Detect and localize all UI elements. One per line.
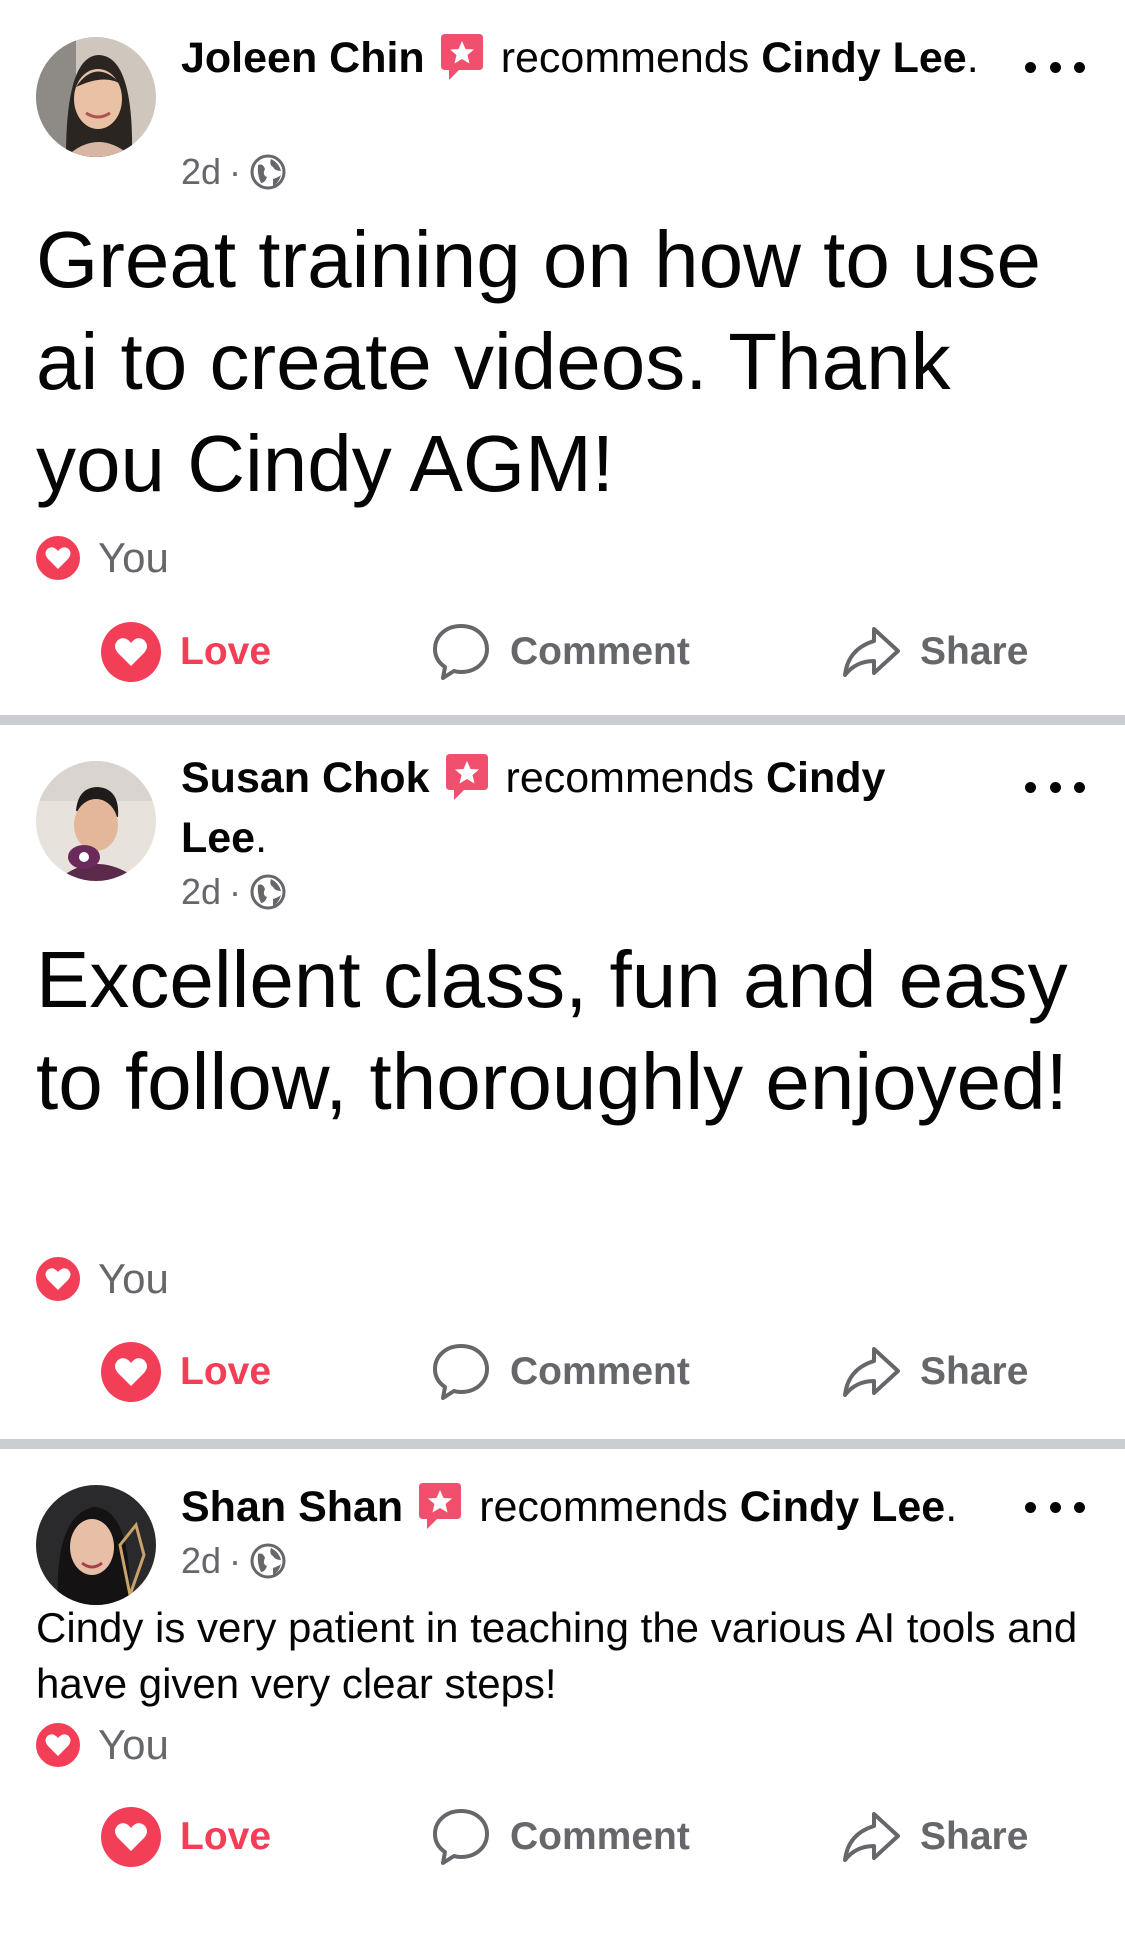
love-button[interactable]: Love [100,1797,271,1877]
meta-separator: · [229,151,242,192]
heart-reaction-icon [34,1721,82,1769]
period: . [255,814,268,862]
love-button[interactable]: Love [100,612,271,692]
more-options-button[interactable] [1025,47,1085,87]
share-arrow-icon [843,627,900,677]
reaction-by: You [98,1255,169,1302]
share-label: Share [920,630,1029,673]
reactions-summary[interactable]: You [34,534,169,582]
post-time[interactable]: 2d [181,871,221,913]
recommend-star-badge-icon [445,754,488,800]
post-text: Great training on how to use ai to creat… [36,215,1042,508]
post-actions: Love Comment Share [0,1797,1125,1877]
more-dot [1074,1501,1085,1513]
recommend-star-badge-icon [419,1483,462,1529]
comment-label: Comment [510,1815,690,1858]
globe-icon [250,874,286,910]
meta-separator: · [229,871,242,912]
author-name[interactable]: Joleen Chin [181,34,425,82]
more-dot [1049,1501,1061,1513]
love-button[interactable]: Love [100,1332,271,1412]
share-button[interactable]: Share [840,1797,1028,1877]
post: Joleen Chin recommends Cindy Lee. 2d · Gr… [0,0,1125,715]
page-name[interactable]: Cindy Lee [761,34,967,82]
post: Shan Shan recommends Cindy Lee. 2d · Cind… [0,1449,1125,1946]
comment-bubble-icon [433,1809,489,1865]
comment-bubble-icon [433,1344,489,1400]
period: . [966,34,979,82]
recommends-text: recommends [500,34,750,82]
heart-icon [101,1807,161,1867]
post-divider [0,715,1125,725]
post-actions: Love Comment Share [0,612,1125,692]
page-name[interactable]: Cindy Lee [740,1483,946,1531]
reactions-summary[interactable]: You [34,1255,169,1303]
meta-separator: · [229,1540,242,1581]
comment-label: Comment [510,630,690,673]
more-dot [1074,781,1085,793]
share-label: Share [920,1815,1029,1858]
avatar[interactable] [36,761,156,881]
post-meta: 2d · [181,1539,287,1583]
more-options-button[interactable] [1025,767,1085,807]
recommends-text: recommends [479,1483,728,1531]
globe-icon [250,154,286,190]
post-header: Shan Shan recommends Cindy Lee. [181,1477,981,1537]
author-name[interactable]: Shan Shan [181,1483,403,1531]
post-time[interactable]: 2d [181,151,221,193]
post-text: Excellent class, fun and easy to follow,… [36,935,1068,1126]
post-time[interactable]: 2d [181,1540,221,1582]
heart-icon [101,1342,161,1402]
post-text: Cindy is very patient in teaching the va… [36,1604,1078,1707]
post-meta: 2d · [181,870,287,914]
love-label: Love [180,630,272,673]
avatar[interactable] [36,37,156,157]
more-dot [1074,61,1085,73]
period: . [945,1483,958,1531]
heart-reaction-icon [34,534,82,582]
heart-reaction-icon [34,1255,82,1303]
reaction-by: You [98,1721,169,1768]
share-arrow-icon [843,1812,900,1862]
share-button[interactable]: Share [840,612,1028,692]
globe-icon [250,1543,286,1579]
post-header: Susan Chok recommends Cindy Lee. [181,748,981,868]
post: Susan Chok recommends Cindy Lee. 2d · Exc… [0,725,1125,1439]
more-dot [1049,61,1061,73]
post-meta: 2d · [181,150,287,194]
post-header: Joleen Chin recommends Cindy Lee. [181,28,981,88]
more-dot [1049,781,1061,793]
avatar[interactable] [36,1485,156,1605]
heart-icon [101,622,161,682]
love-label: Love [180,1350,272,1393]
post-divider [0,1439,1125,1449]
more-options-button[interactable] [1025,1487,1085,1527]
post-actions: Love Comment Share [0,1332,1125,1412]
comment-label: Comment [510,1350,690,1393]
more-dot [1025,781,1036,793]
share-arrow-icon [843,1347,900,1397]
author-name[interactable]: Susan Chok [181,754,430,802]
recommends-text: recommends [505,754,755,802]
reaction-by: You [98,534,169,581]
recommend-star-badge-icon [440,34,483,80]
share-button[interactable]: Share [840,1332,1028,1412]
comment-button[interactable]: Comment [430,1797,690,1877]
comment-bubble-icon [433,624,489,680]
more-dot [1025,1501,1036,1513]
comment-button[interactable]: Comment [430,1332,690,1412]
reactions-summary[interactable]: You [34,1721,169,1769]
more-dot [1025,61,1036,73]
love-label: Love [180,1815,272,1858]
share-label: Share [920,1350,1029,1393]
comment-button[interactable]: Comment [430,612,690,692]
